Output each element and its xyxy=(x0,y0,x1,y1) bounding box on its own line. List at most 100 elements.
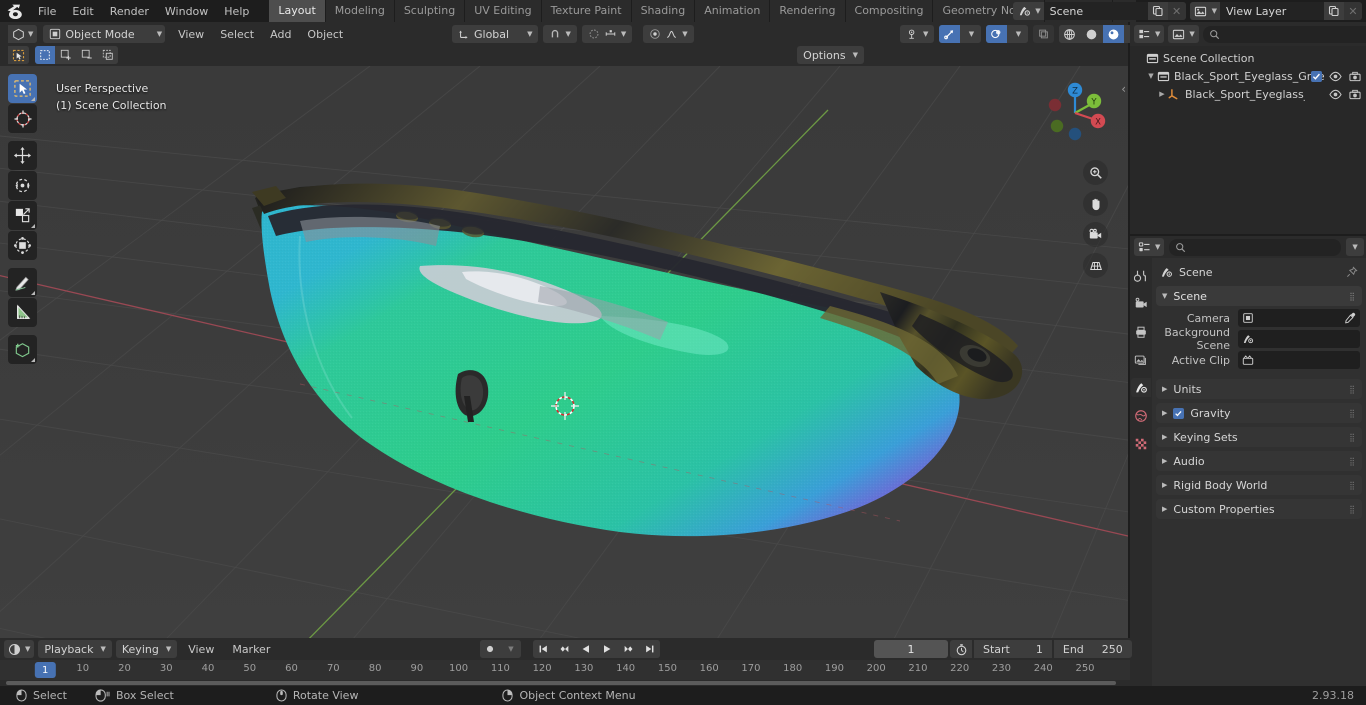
snap-toggle[interactable]: ▼ xyxy=(543,25,577,43)
visibility-icon[interactable]: ▼ xyxy=(900,25,935,43)
auto-keying-dropdown[interactable]: ▼ xyxy=(501,640,521,658)
current-frame-field[interactable]: 1 xyxy=(874,640,948,658)
texture-tab[interactable] xyxy=(1131,434,1151,453)
camera-icon[interactable] xyxy=(1083,222,1108,247)
overlays-dropdown[interactable]: ▼ xyxy=(1008,25,1029,43)
select-subtract-icon[interactable] xyxy=(77,46,97,64)
wireframe-shading-icon[interactable] xyxy=(1059,25,1081,43)
unlink-scene-button[interactable]: ✕ xyxy=(1167,2,1186,20)
options-button[interactable]: Options ▼ xyxy=(797,46,864,64)
subpanel-units[interactable]: ▶ Units ⣿ xyxy=(1156,379,1362,399)
viewport-menu-object[interactable]: Object xyxy=(300,26,350,43)
record-icon[interactable] xyxy=(480,640,500,658)
disclosure-closed-icon[interactable]: ▶ xyxy=(1156,90,1168,98)
frame-start-field[interactable]: Start 1 xyxy=(974,640,1052,658)
select-set-icon[interactable] xyxy=(35,46,55,64)
editor-type-3dview-icon[interactable]: ▼ xyxy=(8,25,38,43)
view-layer-selector[interactable]: ▼ View Layer ✕ xyxy=(1189,2,1362,20)
outliner-editor-type-icon[interactable]: ▼ xyxy=(1134,25,1165,43)
camera-render-icon[interactable] xyxy=(1349,71,1361,82)
subpanel-audio[interactable]: ▶ Audio ⣿ xyxy=(1156,451,1362,471)
eye-icon[interactable] xyxy=(1329,89,1342,100)
workspace-tab-rendering[interactable]: Rendering xyxy=(770,0,846,22)
menu-file[interactable]: File xyxy=(30,2,64,21)
outliner-search-field[interactable] xyxy=(1223,27,1366,41)
scene-name-field[interactable]: Scene xyxy=(1043,2,1148,20)
viewport-toolbar[interactable] xyxy=(8,74,37,365)
property-value-field[interactable] xyxy=(1238,330,1360,348)
outliner-tree[interactable]: Scene Collection ▼ Black_Sport_Eyeglass_Gr… xyxy=(1130,46,1366,103)
cursor-tool[interactable] xyxy=(8,104,37,133)
workspace-tabs[interactable]: Layout Modeling Sculpting UV Editing Texture… xyxy=(269,0,1138,22)
play-reverse-icon[interactable] xyxy=(576,640,596,658)
menu-window[interactable]: Window xyxy=(157,2,216,21)
duplicate-icon[interactable] xyxy=(1324,2,1344,20)
chevron-down-icon[interactable]: ▼ xyxy=(1211,2,1220,20)
zoom-icon[interactable] xyxy=(1083,160,1108,185)
measure-tool[interactable] xyxy=(8,298,37,327)
disclosure-open-icon[interactable]: ▼ xyxy=(1145,72,1157,80)
property-value-field[interactable] xyxy=(1238,309,1360,327)
stopwatch-icon[interactable] xyxy=(950,640,972,658)
viewport-menu-view[interactable]: View xyxy=(171,26,211,43)
eyedropper-icon[interactable] xyxy=(1344,312,1356,324)
overlays-group[interactable]: ▼ xyxy=(986,25,1029,43)
select-mode-group[interactable] xyxy=(35,46,118,64)
scale-tool[interactable] xyxy=(8,201,37,230)
timeline-playhead[interactable]: 1 xyxy=(34,662,56,678)
jump-start-icon[interactable] xyxy=(533,640,553,658)
menu-render[interactable]: Render xyxy=(102,2,157,21)
subpanel-keying-sets[interactable]: ▶ Keying Sets ⣿ xyxy=(1156,427,1362,447)
editor-type-selector[interactable]: ▼ xyxy=(8,25,38,43)
outliner-row[interactable]: ▼ Black_Sport_Eyeglass_Green_ xyxy=(1130,67,1366,85)
scene-selector[interactable]: ▼ Scene ✕ xyxy=(1013,2,1186,20)
sidebar-collapse-arrow-icon[interactable]: ‹ xyxy=(1121,82,1126,96)
viewport-menu-add[interactable]: Add xyxy=(263,26,298,43)
add-cube-tool[interactable] xyxy=(8,335,37,364)
workspace-tab-sculpting[interactable]: Sculpting xyxy=(394,0,466,22)
keying-menu[interactable]: Keying ▼ xyxy=(115,640,178,658)
menu-help[interactable]: Help xyxy=(216,2,257,21)
proportional-edit-toggle[interactable]: ▼ xyxy=(581,25,633,43)
properties-editor-type-icon[interactable]: ▼ xyxy=(1134,238,1165,256)
chevron-down-icon[interactable]: ▼ xyxy=(1035,2,1044,20)
properties-search-field[interactable] xyxy=(1190,240,1336,254)
ortho-persp-grid-icon[interactable] xyxy=(1083,253,1108,278)
world-tab[interactable] xyxy=(1131,406,1151,425)
eye-icon[interactable] xyxy=(1329,71,1342,82)
transport-controls[interactable] xyxy=(533,640,660,658)
timeline-marker-menu[interactable]: Marker xyxy=(225,641,277,658)
jump-end-icon[interactable] xyxy=(640,640,660,658)
gizmo-dropdown[interactable]: ▼ xyxy=(961,25,982,43)
outliner-editor[interactable]: ▼ ▼ ▼ Scene Collection ▼ Black_Sport_Eyegl… xyxy=(1130,22,1366,234)
timeline-editor[interactable]: ▼ Playback ▼ Keying ▼ View Marker ▼ 1 St… xyxy=(0,638,1132,686)
timeline-editor-type-icon[interactable]: ▼ xyxy=(4,640,35,658)
unlink-view-layer-button[interactable]: ✕ xyxy=(1344,2,1362,20)
mode-selector[interactable]: Object Mode ▼ xyxy=(43,25,166,43)
pan-hand-icon[interactable] xyxy=(1083,191,1108,216)
tool-tab[interactable] xyxy=(1131,266,1151,285)
material-preview-shading-icon[interactable] xyxy=(1103,25,1125,43)
proportional-falloff-selector[interactable]: ▼ xyxy=(643,25,694,43)
menu-edit[interactable]: Edit xyxy=(64,2,101,21)
tweak-select-box-tool[interactable] xyxy=(8,74,37,103)
view-layer-icon[interactable] xyxy=(1189,2,1212,20)
transform-orientation-selector[interactable]: Global ▼ xyxy=(452,25,539,43)
collection-checkbox[interactable] xyxy=(1311,70,1322,82)
properties-options-dropdown[interactable]: ▼ xyxy=(1346,238,1364,256)
subpanel-rigid-body-world[interactable]: ▶ Rigid Body World ⣿ xyxy=(1156,475,1362,495)
view-layer-name-field[interactable]: View Layer xyxy=(1220,2,1324,20)
outliner-display-mode-icon[interactable]: ▼ xyxy=(1168,25,1199,43)
subpanel-gravity[interactable]: ▶ Gravity ⣿ xyxy=(1156,403,1362,423)
subpanel-custom-properties[interactable]: ▶ Custom Properties ⣿ xyxy=(1156,499,1362,519)
playback-menu[interactable]: Playback ▼ xyxy=(38,640,112,658)
properties-tab-strip[interactable] xyxy=(1130,258,1152,686)
scene-subpanels[interactable]: ▶ Units ⣿ ▶ Gravity ⣿ ▶ Keying Sets ⣿ ▶ Audio ⣿ ▶ Rig… xyxy=(1152,379,1366,519)
properties-search-input[interactable] xyxy=(1169,238,1342,256)
tool-active-icon[interactable] xyxy=(8,46,29,64)
outliner-search-input[interactable] xyxy=(1202,25,1366,43)
workspace-tab-animation[interactable]: Animation xyxy=(695,0,771,22)
outliner-row[interactable]: ▶ Black_Sport_Eyeglass_Gr xyxy=(1130,85,1366,103)
timeline-ruler[interactable]: 10 20 30 40 50 60 70 80 90 100 110 120 130 140 150 160 1… xyxy=(0,660,1130,680)
select-invert-icon[interactable] xyxy=(98,46,118,64)
